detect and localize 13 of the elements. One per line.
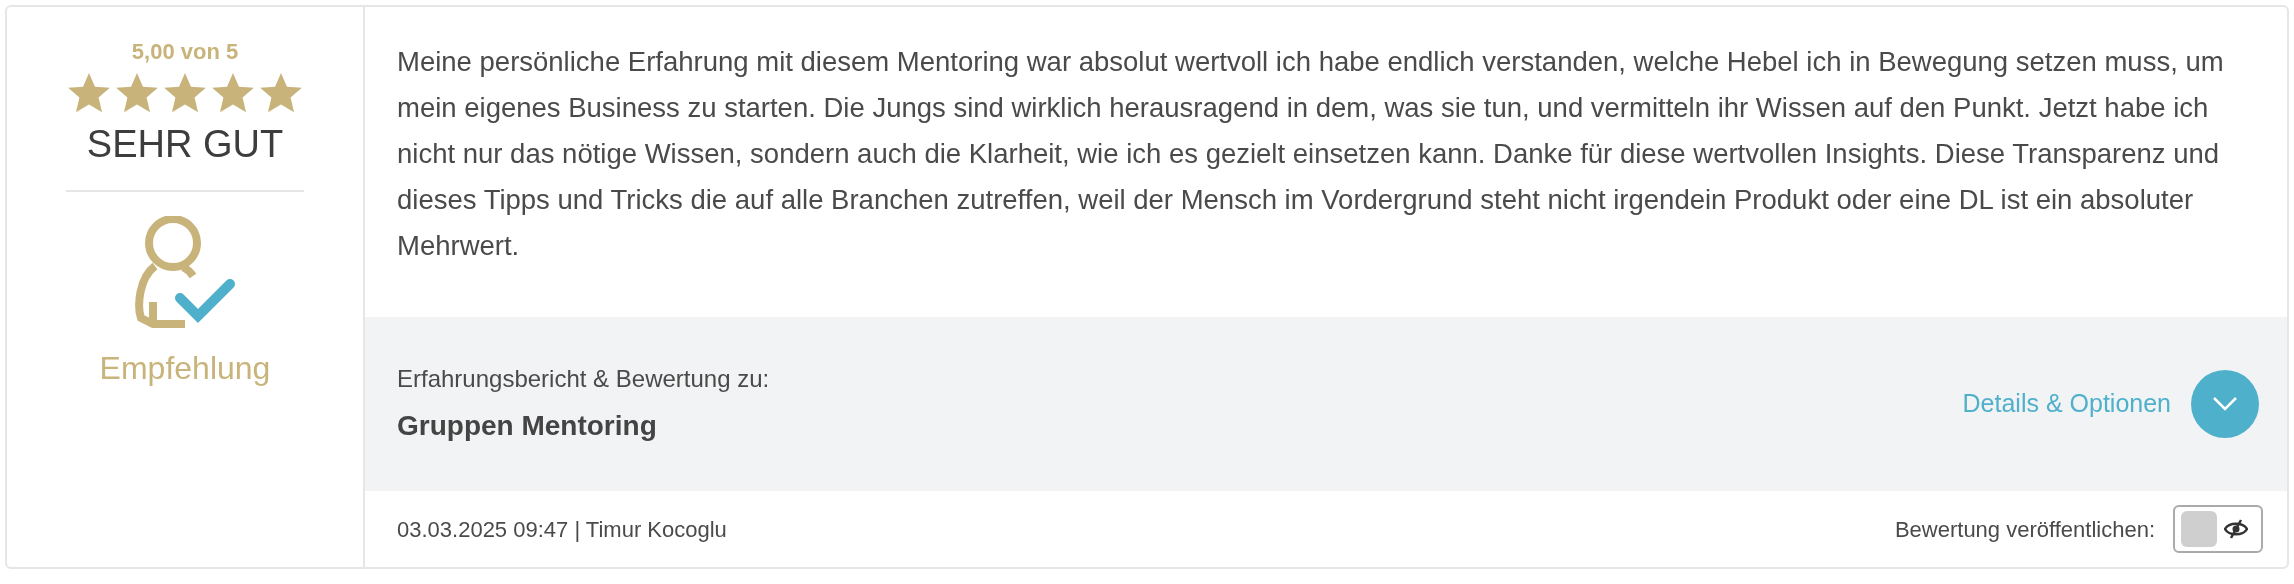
chevron-down-icon [2212, 396, 2238, 412]
publish-label: Bewertung veröffentlichen: [1894, 515, 2155, 544]
publish-toggle[interactable] [2173, 505, 2263, 553]
eye-slash-icon [2224, 519, 2248, 539]
review-meta: 03.03.2025 09:47 | Timur Kocoglu [397, 515, 727, 544]
subject-name: Gruppen Mentoring [397, 409, 658, 443]
recommendation-label: Empfehlung [99, 349, 271, 388]
rating-score: 5,00 von 5 [131, 38, 239, 66]
details-link[interactable]: Details & Optionen [1962, 385, 2171, 423]
subject-caption: Erfahrungsbericht & Bewertung zu: [397, 364, 770, 394]
person-check-icon [135, 216, 235, 328]
rating-verdict: SEHR GUT [86, 122, 284, 167]
review-text: Meine persönliche Erfahrung mit diesem Mentoring war absolut wertvoll ich habe endlich verstanden, welche Hebel ich in Bewegung setzen muss, um mein eigenes Business zu starten. Die Jungs sind wirklich herausragend in dem, was sie tun, und vermitteln ihr Wissen auf den Punkt. Jetzt habe ich nicht nur das nötige Wissen, sondern auch die Klarheit, wie ich es gezielt einsetzen kann. Danke für diese wertvollen Insights. Diese Transparenz und dieses Tipps und Tricks die auf alle Branchen zutreffen, weil der Mensch im Vordergrund steht nicht irgendein Produkt oder eine DL ist ein absoluter Mehrwert. [396, 45, 2225, 263]
